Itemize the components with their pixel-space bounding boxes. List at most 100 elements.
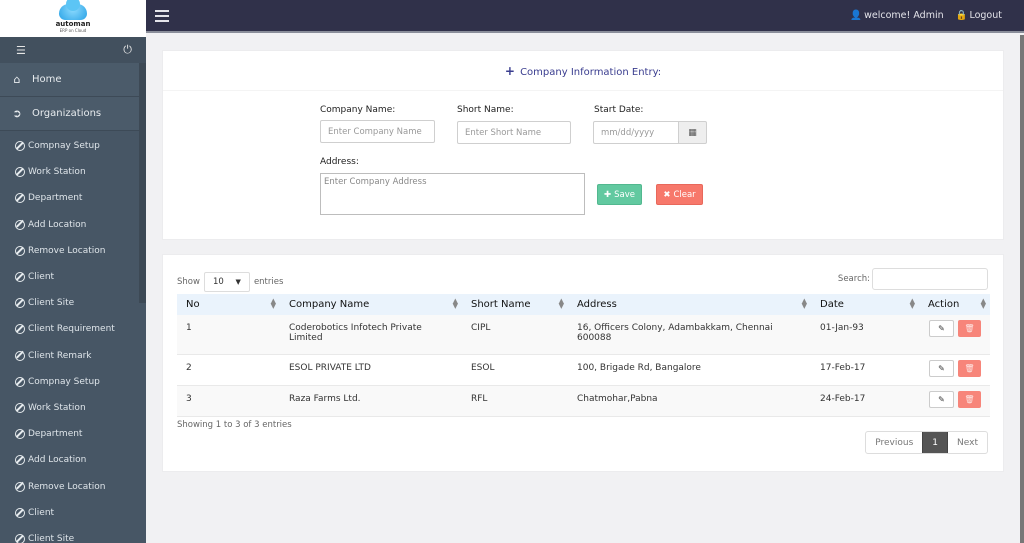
sidebar-item-label: Remove Location (28, 245, 106, 256)
sidebar-item[interactable]: Work Station (0, 159, 146, 185)
home-icon: ⌂ (13, 73, 21, 86)
sidebar-item[interactable]: Compnay Setup (0, 133, 146, 159)
sidebar-item-label: Remove Location (28, 481, 106, 492)
column-header-company-name[interactable]: Company Name ▲ ▼ (280, 294, 462, 315)
sidebar-item[interactable]: Client Site (0, 290, 146, 316)
sidebar-item-label: Work Station (28, 167, 86, 178)
cell-company-name: ESOL PRIVATE LTD (289, 362, 371, 373)
clear-label: Clear (673, 189, 696, 200)
column-header-no[interactable]: No ▲ ▼ (177, 294, 280, 315)
cell-address: Chatmohar,Pabna (577, 393, 658, 404)
edit-icon: ✎ (938, 394, 945, 404)
sidebar-item-label: Organizations (32, 108, 102, 119)
brand-name: automan (55, 20, 91, 28)
sidebar-item[interactable]: Client (0, 500, 146, 526)
sidebar-item-label: Client Site (28, 298, 75, 309)
sidebar-item[interactable]: Client Remark (0, 343, 146, 369)
ban-icon (15, 350, 25, 361)
sidebar-item[interactable]: Client Requirement (0, 316, 146, 342)
logout-label: Logout (969, 10, 1002, 21)
sidebar-item-home[interactable]: ⌂ Home (0, 63, 146, 97)
hamburger-menu-icon[interactable] (155, 10, 169, 22)
search-control: Search: (838, 268, 988, 290)
sidebar-item[interactable]: Remove Location (0, 473, 146, 499)
short-name-input[interactable]: Enter Short Name (457, 121, 571, 144)
sidebar-item[interactable]: Client (0, 264, 146, 290)
menu-icon[interactable]: ☰ (16, 44, 26, 57)
company-table: No ▲ ▼ Company Name ▲ ▼ Short Name ▲ ▼ Address… (177, 294, 990, 417)
sidebar-item-label: Client (28, 507, 55, 518)
edit-button[interactable]: ✎ (929, 390, 954, 408)
save-button[interactable]: ✚ Save (597, 184, 642, 205)
power-icon[interactable]: ⏻ (123, 43, 132, 57)
company-name-input[interactable]: Enter Company Name (320, 120, 435, 143)
sidebar-item-label: Client Remark (28, 350, 92, 361)
page-size-value: 10 (212, 277, 224, 287)
ban-icon (15, 481, 25, 492)
cell-short-name: ESOL (471, 362, 495, 373)
company-list-panel: Show 10 ▼ entries Search: No ▲ ▼ Company N… (162, 254, 1004, 472)
ban-icon (15, 402, 25, 413)
cloud-logo-icon (59, 0, 87, 20)
circle-arrow-right-icon: ➲ (12, 107, 22, 120)
panel-title-text: Company Information Entry: (520, 67, 662, 78)
ban-icon (15, 429, 25, 440)
next-page-button[interactable]: Next (948, 432, 987, 453)
sidebar-item[interactable]: Client Site (0, 526, 146, 543)
page-size-select[interactable]: 10 ▼ (203, 272, 250, 292)
topbar: 👤 welcome! Admin 🔒 Logout (146, 0, 1024, 33)
previous-page-button[interactable]: Previous (866, 432, 922, 453)
logo[interactable]: automan ERP on Cloud (0, 0, 146, 37)
delete-button[interactable]: 🗑 (958, 390, 981, 408)
address-textarea[interactable]: Enter Company Address (320, 173, 585, 215)
edit-button[interactable]: ✎ (929, 359, 954, 377)
welcome-text: welcome! Admin (864, 10, 944, 21)
logout-link[interactable]: 🔒 Logout (956, 10, 1002, 21)
show-label: Show (177, 277, 200, 287)
user-menu[interactable]: 👤 welcome! Admin (850, 10, 943, 21)
sidebar-item[interactable]: Department (0, 421, 146, 447)
sidebar-item[interactable]: Add Location (0, 212, 146, 238)
cell-short-name: CIPL (471, 323, 491, 333)
sidebar-item[interactable]: Department (0, 185, 146, 211)
delete-button[interactable]: 🗑 (958, 320, 981, 337)
cell-date: 17-Feb-17 (820, 362, 866, 373)
lock-icon: 🔒 (955, 10, 968, 21)
sidebar-item-label: Department (28, 429, 83, 440)
sidebar-item[interactable]: Compnay Setup (0, 369, 146, 395)
page-size-control: Show 10 ▼ entries (177, 272, 283, 292)
ban-icon (15, 507, 25, 518)
sidebar-item[interactable]: Add Location (0, 447, 146, 473)
page-scrollbar[interactable] (1020, 35, 1024, 543)
ban-icon (15, 324, 25, 335)
cell-action: ✎ 🗑 (919, 315, 990, 354)
sidebar-item-label: Compnay Setup (28, 376, 100, 387)
sort-icon: ▲ ▼ (909, 297, 915, 310)
cell-no: 1 (186, 323, 192, 333)
sidebar-item-organizations[interactable]: ➲ Organizations (0, 97, 146, 131)
edit-button[interactable]: ✎ (929, 320, 954, 337)
sidebar-item-label: Work Station (28, 402, 86, 413)
page-1-button[interactable]: 1 (922, 432, 949, 453)
search-label: Search: (837, 274, 870, 284)
edit-icon: ✎ (938, 324, 945, 333)
cell-action: ✎ 🗑 (919, 354, 990, 385)
brand-tagline: ERP on Cloud (59, 28, 87, 33)
search-input[interactable] (872, 268, 988, 290)
cell-no: 2 (186, 362, 192, 373)
sidebar-item[interactable]: Remove Location (0, 238, 146, 264)
column-header-date[interactable]: Date ▲ ▼ (811, 294, 919, 315)
cell-short-name: RFL (471, 393, 488, 404)
user-icon: 👤 (850, 10, 863, 21)
column-header-short-name[interactable]: Short Name ▲ ▼ (462, 294, 568, 315)
column-header-action[interactable]: Action ▲ ▼ (919, 294, 990, 315)
delete-button[interactable]: 🗑 (958, 359, 981, 377)
start-date-input[interactable]: mm/dd/yyyy (593, 121, 679, 144)
calendar-icon[interactable]: ▦ (678, 121, 707, 144)
sidebar-item-label: Department (28, 193, 83, 204)
column-header-address[interactable]: Address ▲ ▼ (568, 294, 811, 315)
short-name-label: Short Name: (457, 105, 514, 115)
sidebar-item[interactable]: Work Station (0, 395, 146, 421)
sidebar-scrollbar[interactable] (139, 63, 146, 303)
clear-button[interactable]: ✖ Clear (656, 184, 703, 205)
